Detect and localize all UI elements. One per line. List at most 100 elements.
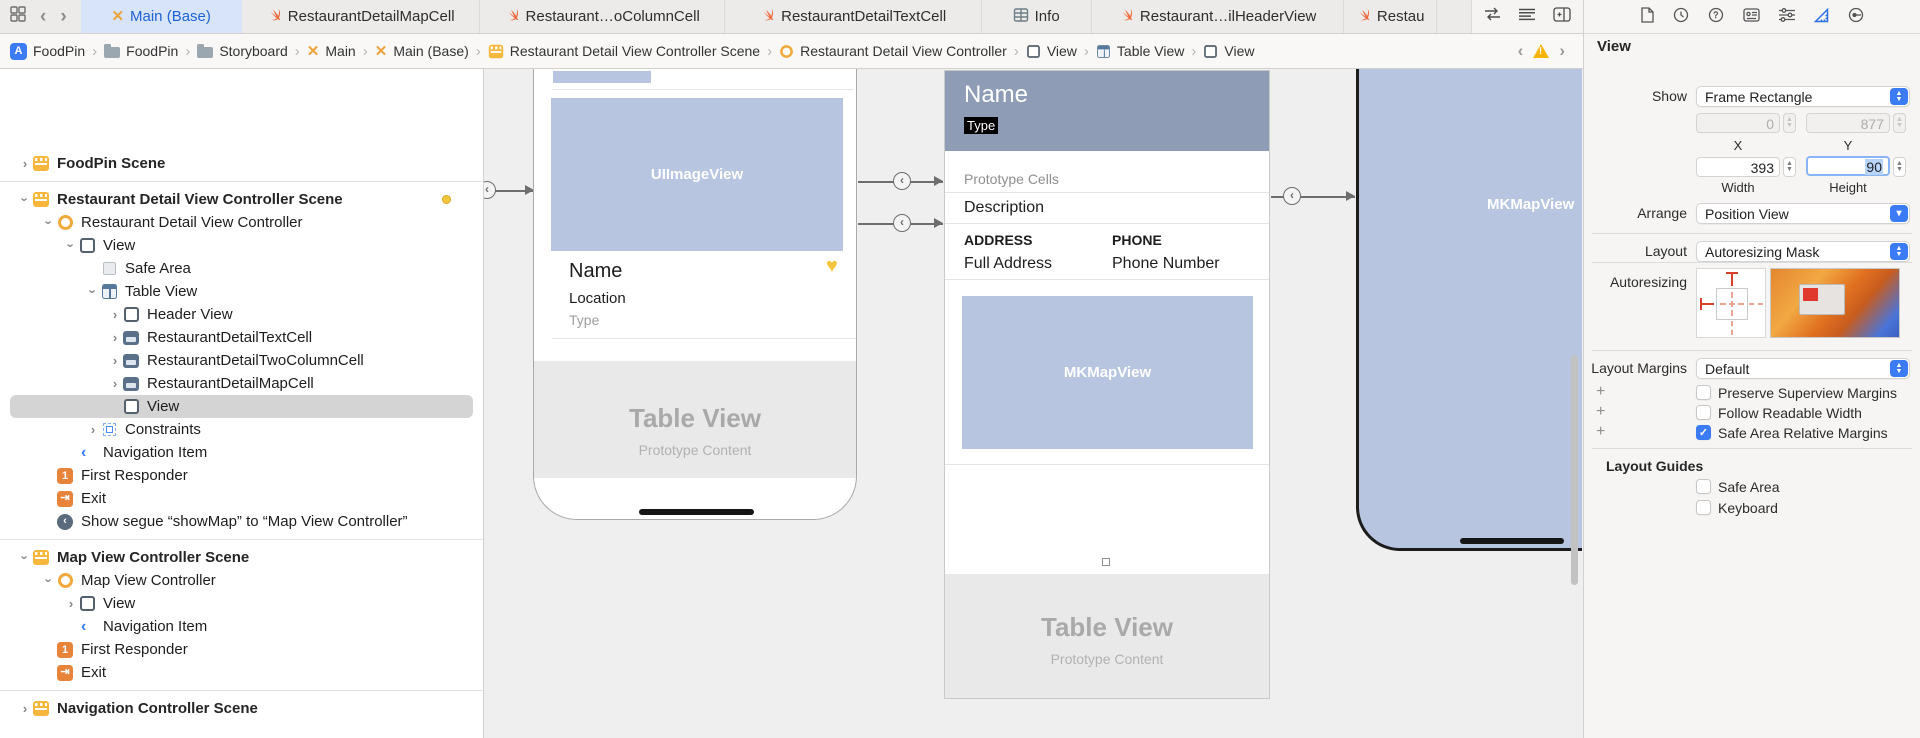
- outline-row-exit[interactable]: ⇥ Exit: [0, 487, 483, 510]
- add-margin-button[interactable]: +: [1596, 403, 1605, 421]
- help-inspector-icon[interactable]: ?: [1708, 7, 1724, 26]
- outline-row-navigation-controller-scene[interactable]: › Navigation Controller Scene: [0, 697, 483, 720]
- previous-issue-button[interactable]: ‹: [1518, 41, 1524, 61]
- disclosure-chevron[interactable]: ›: [108, 330, 122, 345]
- segue-circle[interactable]: ‹: [1283, 187, 1301, 205]
- layout-popup[interactable]: Autoresizing Mask ▲ ▼: [1696, 241, 1910, 262]
- preserve-superview-margins-checkbox[interactable]: [1696, 385, 1711, 400]
- file-inspector-icon[interactable]: [1640, 7, 1654, 26]
- disclosure-chevron[interactable]: ›: [108, 353, 122, 368]
- x-stepper[interactable]: ▲ ▼: [1783, 113, 1796, 133]
- back-button[interactable]: ‹: [40, 7, 46, 26]
- phone-value-label[interactable]: Phone Number: [1112, 255, 1220, 273]
- identity-inspector-icon[interactable]: [1742, 8, 1760, 25]
- add-editor-icon[interactable]: [1553, 6, 1571, 27]
- outline-row-header-view[interactable]: › Header View: [0, 303, 483, 326]
- follow-readable-width-checkbox[interactable]: [1696, 405, 1711, 420]
- address-header-label[interactable]: ADDRESS: [964, 232, 1032, 248]
- forward-button[interactable]: ›: [60, 7, 66, 26]
- cell-name-label[interactable]: Name: [569, 260, 622, 283]
- breadcrumb-item[interactable]: View: [1026, 43, 1077, 59]
- header-name-label[interactable]: Name: [964, 81, 1028, 109]
- disclosure-chevron[interactable]: ›: [18, 193, 33, 207]
- tab-restaurantdetailmapcell[interactable]: RestaurantDetailMapCell: [242, 0, 480, 33]
- outline-row-navigation-item[interactable]: ‹ Navigation Item: [0, 441, 483, 464]
- segue-circle[interactable]: ‹: [893, 214, 911, 232]
- disclosure-chevron[interactable]: ›: [64, 239, 79, 253]
- segue-circle[interactable]: ‹: [484, 181, 496, 199]
- phone-header-label[interactable]: PHONE: [1112, 232, 1162, 248]
- uiimageview-placeholder[interactable]: UIImageView: [551, 98, 843, 251]
- breadcrumb-item[interactable]: Restaurant Detail View Controller Scene: [488, 43, 760, 59]
- arrange-pulldown[interactable]: Position View ▾: [1696, 203, 1910, 224]
- x-field[interactable]: 0: [1696, 113, 1780, 133]
- disclosure-chevron[interactable]: ›: [42, 574, 57, 588]
- address-value-label[interactable]: Full Address: [964, 255, 1052, 273]
- tab-main-base-[interactable]: ✕ Main (Base): [80, 0, 242, 33]
- disclosure-chevron[interactable]: ›: [108, 307, 122, 322]
- outline-row-first-responder[interactable]: 1 First Responder: [0, 464, 483, 487]
- y-stepper[interactable]: ▲ ▼: [1893, 113, 1906, 133]
- segue-circle[interactable]: ‹: [893, 172, 911, 190]
- description-cell[interactable]: Description: [964, 199, 1044, 217]
- outline-row-restaurantdetailtextcell[interactable]: › RestaurantDetailTextCell: [0, 326, 483, 349]
- cell-type-label[interactable]: Type: [569, 312, 599, 328]
- outline-row-safe-area[interactable]: Safe Area: [0, 257, 483, 280]
- height-field[interactable]: 90: [1806, 156, 1890, 176]
- disclosure-chevron[interactable]: ›: [86, 422, 100, 437]
- breadcrumb-item[interactable]: ✕ Main (Base): [375, 43, 469, 59]
- editor-list-icon[interactable]: [1519, 8, 1535, 26]
- outline-row-first-responder[interactable]: 1 First Responder: [0, 638, 483, 661]
- outline-row-restaurant-detail-view-controller-scene[interactable]: › Restaurant Detail View Controller Scene: [0, 188, 483, 211]
- add-margin-button[interactable]: +: [1596, 383, 1605, 401]
- outline-row-view[interactable]: › View: [0, 592, 483, 615]
- outline-row-show-segue-showmap-to-map-view-controller-[interactable]: ‹ Show segue “showMap” to “Map View Contr…: [0, 510, 483, 533]
- breadcrumb-item[interactable]: FoodPin: [104, 43, 178, 59]
- tab-restau[interactable]: Restau: [1344, 0, 1437, 33]
- breadcrumb-item[interactable]: Restaurant Detail View Controller: [779, 43, 1007, 59]
- mkmapview-cell[interactable]: MKMapView: [962, 296, 1253, 449]
- warning-triangle-icon[interactable]: [1533, 44, 1550, 58]
- outline-row-restaurantdetailmapcell[interactable]: › RestaurantDetailMapCell: [0, 372, 483, 395]
- breadcrumb-item[interactable]: Storyboard: [197, 43, 288, 59]
- disclosure-chevron[interactable]: ›: [108, 376, 122, 391]
- table-header-view[interactable]: Name Type: [945, 71, 1269, 151]
- outline-row-restaurantdetailtwocolumncell[interactable]: › RestaurantDetailTwoColumnCell: [0, 349, 483, 372]
- autoresizing-control[interactable]: [1696, 268, 1766, 338]
- warning-dot-icon[interactable]: [442, 195, 451, 204]
- map-view-device[interactable]: MKMapView: [1356, 69, 1582, 551]
- keyboard-checkbox[interactable]: [1696, 500, 1711, 515]
- layout-margins-popup[interactable]: Default ▲ ▼: [1696, 358, 1910, 379]
- disclosure-chevron[interactable]: ›: [18, 551, 33, 565]
- disclosure-chevron[interactable]: ›: [18, 701, 32, 716]
- outline-row-constraints[interactable]: › Constraints: [0, 418, 483, 441]
- heart-icon[interactable]: ♥: [826, 255, 838, 278]
- breadcrumb-item[interactable]: Table View: [1096, 43, 1184, 59]
- disclosure-chevron[interactable]: ›: [18, 156, 32, 171]
- outline-row-map-view-controller[interactable]: › Map View Controller: [0, 569, 483, 592]
- outline-row-restaurant-detail-view-controller[interactable]: › Restaurant Detail View Controller: [0, 211, 483, 234]
- outline-row-view[interactable]: View: [0, 395, 483, 418]
- show-popup[interactable]: Frame Rectangle ▲ ▼: [1696, 86, 1910, 107]
- outline-row-table-view[interactable]: › Table View: [0, 280, 483, 303]
- safe-area-relative-margins-checkbox[interactable]: ✓: [1696, 425, 1711, 440]
- next-issue-button[interactable]: ›: [1559, 41, 1565, 61]
- tab-restaurant-ilheaderview[interactable]: Restaurant…ilHeaderView: [1092, 0, 1344, 33]
- outline-row-view[interactable]: › View: [0, 234, 483, 257]
- history-inspector-icon[interactable]: [1673, 7, 1689, 26]
- width-stepper[interactable]: ▲ ▼: [1783, 157, 1796, 177]
- restaurant-detail-table-controller[interactable]: Name Type Prototype Cells Description AD…: [944, 70, 1270, 699]
- outline-row-exit[interactable]: ⇥ Exit: [0, 661, 483, 684]
- tab-overview-icon[interactable]: [10, 6, 26, 27]
- breadcrumb-item[interactable]: View: [1203, 43, 1254, 59]
- selection-handle[interactable]: [1102, 558, 1110, 566]
- tab-restaurantdetailtextcell[interactable]: RestaurantDetailTextCell: [725, 0, 982, 33]
- size-inspector-icon[interactable]: [1813, 7, 1829, 26]
- outline-row-map-view-controller-scene[interactable]: › Map View Controller Scene: [0, 546, 483, 569]
- header-type-label[interactable]: Type: [964, 117, 999, 134]
- breadcrumb-item[interactable]: A FoodPin: [10, 42, 85, 60]
- breadcrumb-item[interactable]: ✕ Main: [307, 43, 356, 59]
- disclosure-chevron[interactable]: ›: [42, 216, 57, 230]
- storyboard-canvas[interactable]: ‹ UIImageView Name ♥ Location Type Table…: [484, 69, 1583, 738]
- connections-inspector-icon[interactable]: [1848, 7, 1864, 26]
